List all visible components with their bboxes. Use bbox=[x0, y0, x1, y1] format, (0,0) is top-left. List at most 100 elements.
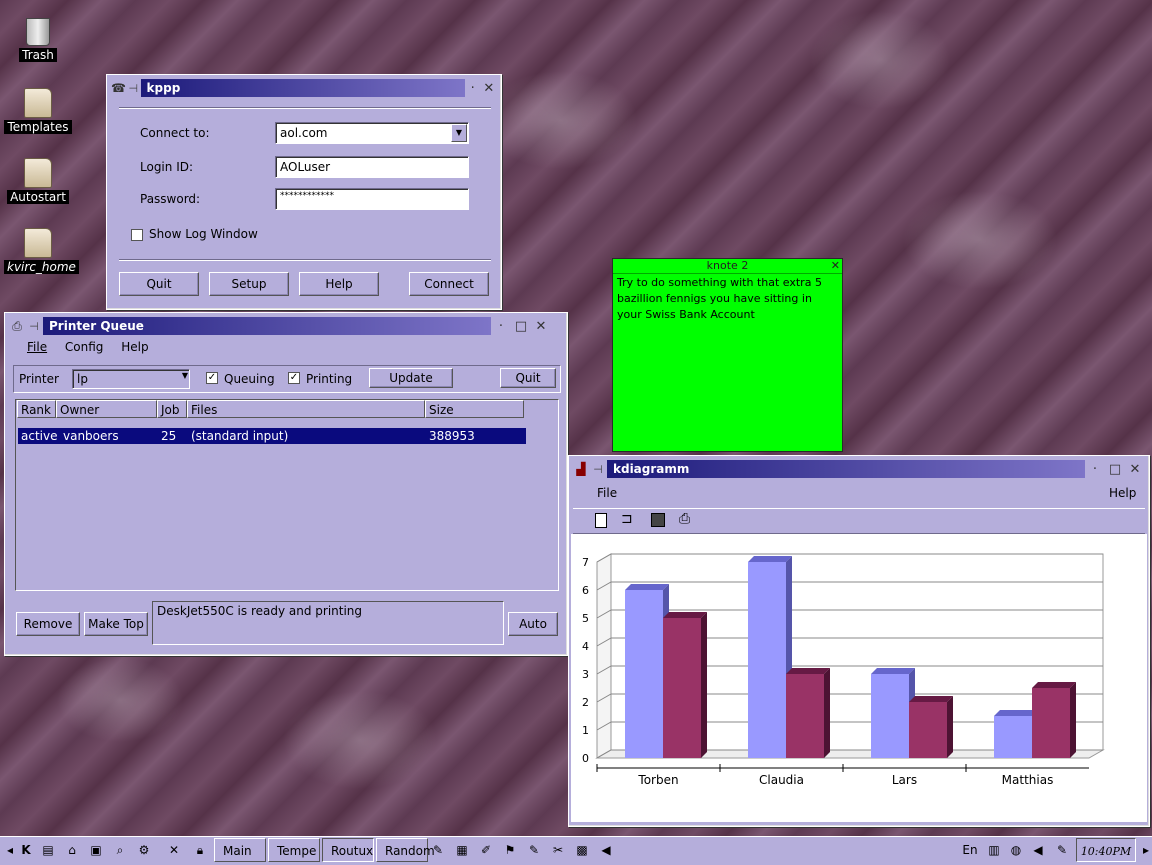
status-text: DeskJet550C is ready and printing bbox=[157, 604, 363, 618]
scroll-left-icon[interactable]: ◂ bbox=[2, 842, 18, 858]
lock-icon[interactable]: 🔒︎ bbox=[192, 842, 208, 858]
tray-app-icon[interactable]: ✎ bbox=[526, 842, 542, 858]
make-top-button[interactable]: Make Top bbox=[84, 612, 148, 636]
column-header-rank[interactable]: Rank bbox=[17, 400, 56, 418]
connect-button[interactable]: Connect bbox=[409, 272, 489, 296]
printer-app-icon[interactable]: ⎙ bbox=[9, 319, 25, 334]
home-icon[interactable]: ⌂ bbox=[64, 842, 80, 858]
task-tempe[interactable]: Tempe bbox=[268, 838, 320, 862]
auto-button[interactable]: Auto bbox=[508, 612, 558, 636]
bar-side bbox=[1070, 682, 1076, 758]
column-header-job[interactable]: Job bbox=[157, 400, 187, 418]
pin-icon[interactable]: ⊣ bbox=[25, 320, 43, 333]
desktop-icon-kvirc-home[interactable]: kvirc_home bbox=[4, 228, 79, 274]
bar-chart-icon[interactable]: ▟ bbox=[573, 462, 589, 476]
minimize-icon[interactable]: · bbox=[465, 81, 481, 96]
klipper-icon[interactable]: ✎ bbox=[1054, 842, 1070, 858]
package-icon[interactable]: ⚙ bbox=[136, 842, 152, 858]
job-list[interactable]: Rank Owner Job Files Size active vanboer… bbox=[15, 399, 559, 591]
kppp-app-icon[interactable]: ☎ bbox=[111, 81, 126, 95]
update-button[interactable]: Update bbox=[369, 368, 453, 388]
window-list-icon[interactable]: ▤ bbox=[40, 842, 56, 858]
pin-icon[interactable]: ⊣ bbox=[126, 82, 141, 95]
desktop-icon-templates[interactable]: Templates bbox=[4, 88, 72, 134]
desktop-icon-trash[interactable]: Trash bbox=[4, 18, 72, 62]
queuing-checkbox[interactable]: ✓ bbox=[206, 372, 218, 384]
search-icon[interactable]: ⌕ bbox=[112, 842, 128, 858]
tray-app-icon[interactable]: ✐ bbox=[478, 842, 494, 858]
window-title: kppp bbox=[140, 79, 465, 97]
cell-size: 388953 bbox=[429, 429, 475, 443]
bar bbox=[1032, 688, 1070, 758]
scroll-right-icon[interactable]: ▸ bbox=[1138, 842, 1152, 858]
task-routux[interactable]: Routux bbox=[322, 838, 374, 862]
open-folder-icon[interactable]: ⊐ bbox=[621, 511, 633, 527]
close-icon[interactable]: ✕ bbox=[481, 81, 497, 96]
save-icon[interactable] bbox=[651, 513, 665, 527]
bar-side bbox=[824, 668, 830, 758]
maximize-icon[interactable]: □ bbox=[511, 319, 531, 334]
task-main[interactable]: Main bbox=[214, 838, 266, 862]
bar-top bbox=[663, 612, 707, 618]
printer-select[interactable]: lp ▼ bbox=[72, 369, 190, 389]
pin-icon[interactable]: ⊣ bbox=[589, 463, 607, 476]
globe-icon[interactable]: ◍ bbox=[1008, 842, 1024, 858]
close-icon[interactable]: ✕ bbox=[531, 319, 551, 334]
speaker-icon[interactable]: ◀ bbox=[598, 842, 614, 858]
clock-time: 10:40PM bbox=[1080, 845, 1132, 858]
bar-top bbox=[786, 668, 830, 674]
clock[interactable]: 10:40PM bbox=[1076, 838, 1136, 862]
minimize-icon[interactable]: · bbox=[491, 319, 511, 334]
task-random[interactable]: Random bbox=[376, 838, 435, 862]
bar bbox=[994, 716, 1032, 758]
language-indicator[interactable]: En bbox=[960, 842, 980, 858]
tray-app-icon[interactable]: ⚑ bbox=[502, 842, 518, 858]
connect-to-select[interactable]: aol.com ▼ bbox=[275, 122, 469, 144]
tray-app-icon[interactable]: ✂ bbox=[550, 842, 566, 858]
password-field[interactable]: ************ bbox=[275, 188, 469, 210]
kde-menu-icon[interactable]: K bbox=[18, 842, 34, 858]
menu-file[interactable]: File bbox=[597, 486, 617, 500]
minimize-icon[interactable]: · bbox=[1085, 462, 1105, 477]
close-icon[interactable]: ✕ bbox=[1125, 462, 1145, 477]
knote-text[interactable]: Try to do something with that extra 5 ba… bbox=[613, 274, 842, 324]
knote-titlebar[interactable]: knote 2 ✕ bbox=[613, 259, 842, 274]
setup-button[interactable]: Setup bbox=[209, 272, 289, 296]
menu-file[interactable]: File bbox=[27, 340, 47, 354]
maximize-icon[interactable]: □ bbox=[1105, 462, 1125, 477]
print-icon[interactable]: ⎙ bbox=[679, 511, 690, 527]
menu-help[interactable]: Help bbox=[1109, 486, 1136, 500]
printer-queue-titlebar[interactable]: ⎙ ⊣ Printer Queue · □ ✕ bbox=[9, 317, 563, 335]
volume-icon[interactable]: ◀ bbox=[1030, 842, 1046, 858]
login-id-field[interactable]: AOLuser bbox=[275, 156, 469, 178]
kdiagramm-titlebar[interactable]: ▟ ⊣ kdiagramm · □ ✕ bbox=[573, 460, 1145, 478]
column-header-owner[interactable]: Owner bbox=[56, 400, 157, 418]
close-icon[interactable]: ✕ bbox=[831, 259, 840, 273]
menu-help[interactable]: Help bbox=[121, 340, 148, 354]
tray-app-icon[interactable]: ▩ bbox=[574, 842, 590, 858]
column-header-size[interactable]: Size bbox=[425, 400, 524, 418]
remove-button[interactable]: Remove bbox=[16, 612, 80, 636]
table-row[interactable]: active vanboers 25 (standard input) 3889… bbox=[18, 428, 526, 444]
show-log-checkbox[interactable] bbox=[131, 229, 143, 241]
tray-app-icon[interactable]: ▦ bbox=[454, 842, 470, 858]
network-icon[interactable]: ▥ bbox=[986, 842, 1002, 858]
help-button[interactable]: Help bbox=[299, 272, 379, 296]
new-file-icon[interactable] bbox=[595, 513, 607, 528]
bar bbox=[909, 702, 947, 758]
logout-icon[interactable]: ✕ bbox=[166, 842, 182, 858]
queuing-label: Queuing bbox=[224, 372, 275, 386]
chevron-down-icon[interactable]: ▼ bbox=[451, 124, 467, 142]
quit-button[interactable]: Quit bbox=[500, 368, 556, 388]
desktop-icon-autostart[interactable]: Autostart bbox=[4, 158, 72, 204]
chevron-down-icon[interactable]: ▼ bbox=[182, 371, 188, 380]
chart-left-wall bbox=[596, 553, 612, 759]
printing-checkbox[interactable]: ✓ bbox=[288, 372, 300, 384]
tray-app-icon[interactable]: ✎ bbox=[430, 842, 446, 858]
terminal-icon[interactable]: ▣ bbox=[88, 842, 104, 858]
quit-button[interactable]: Quit bbox=[119, 272, 199, 296]
column-header-files[interactable]: Files bbox=[187, 400, 425, 418]
menu-config[interactable]: Config bbox=[65, 340, 104, 354]
bar bbox=[748, 562, 786, 758]
kppp-titlebar[interactable]: ☎ ⊣ kppp · ✕ bbox=[111, 79, 497, 97]
